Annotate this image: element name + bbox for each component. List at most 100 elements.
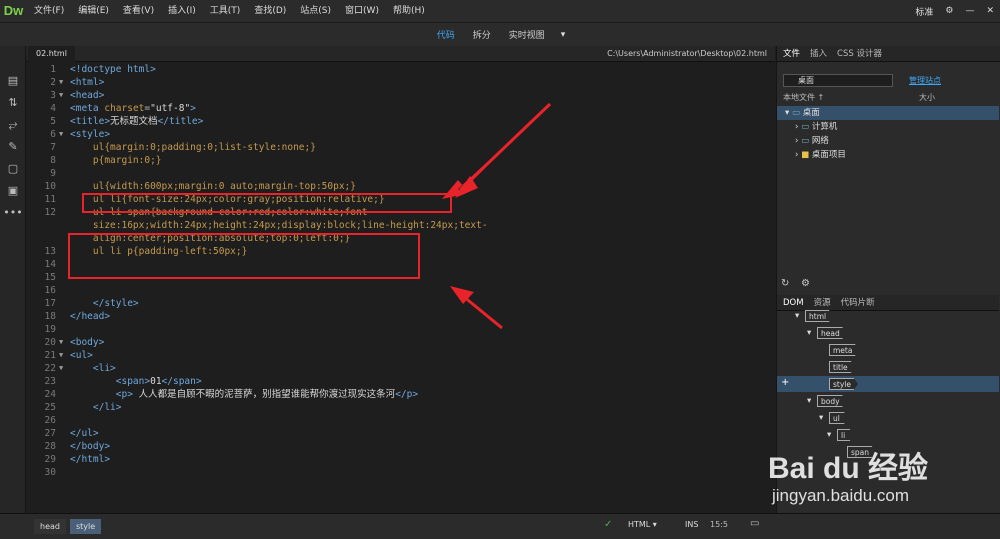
- fold-icon[interactable]: ▼: [59, 362, 63, 375]
- view-live-tab[interactable]: 实时视图: [507, 28, 547, 41]
- add-icon[interactable]: +: [781, 377, 789, 388]
- dom-chevron-icon[interactable]: ▾: [819, 411, 823, 425]
- snippets-tab[interactable]: 代码片断: [841, 295, 875, 310]
- code-line[interactable]: 30: [26, 466, 775, 479]
- file-icon[interactable]: ▤: [0, 70, 26, 92]
- manage-sites-link[interactable]: 管理站点: [909, 75, 941, 86]
- language-select[interactable]: HTML ▾: [628, 520, 657, 529]
- workspace-switcher[interactable]: 标准: [909, 5, 939, 18]
- dom-node-ul[interactable]: ul: [829, 412, 847, 424]
- dom-selected-row[interactable]: [777, 376, 999, 392]
- more-icon[interactable]: •••: [0, 202, 26, 224]
- tree-root[interactable]: ▾ ▭ 桌面: [777, 106, 999, 120]
- fold-icon[interactable]: ▼: [59, 349, 63, 362]
- menu-item[interactable]: 帮助(H): [386, 0, 432, 22]
- dom-node-head[interactable]: head: [817, 327, 847, 339]
- view-code-tab[interactable]: 代码: [435, 28, 457, 41]
- dom-node-html[interactable]: html: [805, 310, 834, 322]
- snippet-icon[interactable]: ▣: [0, 180, 26, 202]
- code-line[interactable]: 20 ▼ <body>: [26, 336, 775, 349]
- refresh-icon[interactable]: ↻: [781, 278, 789, 289]
- menu-item[interactable]: 插入(I): [161, 0, 203, 22]
- crumb-style[interactable]: style: [70, 519, 102, 534]
- code-line[interactable]: 18 </head>: [26, 310, 775, 323]
- code-line[interactable]: 10 ul{width:600px;margin:0 auto;margin-t…: [26, 180, 775, 193]
- dom-node-li[interactable]: li: [837, 429, 853, 441]
- chevron-down-icon[interactable]: ▾: [561, 30, 566, 40]
- computer-icon: ▭: [801, 122, 810, 132]
- menu-item[interactable]: 站点(S): [293, 0, 338, 22]
- crumb-head[interactable]: head: [34, 519, 66, 534]
- code-text: </head>: [70, 311, 111, 322]
- line-number: 15: [44, 272, 56, 283]
- code-line[interactable]: 9: [26, 167, 775, 180]
- insert-tab[interactable]: 插入: [810, 46, 827, 61]
- code-line[interactable]: 1 <!doctype html>: [26, 63, 775, 76]
- menu-item[interactable]: 工具(T): [203, 0, 248, 22]
- menu-item[interactable]: 查看(V): [116, 0, 161, 22]
- fold-icon[interactable]: ▼: [59, 89, 63, 102]
- network-icon: ▭: [801, 136, 810, 146]
- code-line[interactable]: 4 <meta charset="utf-8">: [26, 102, 775, 115]
- tree-item-network[interactable]: › ▭ 网络: [795, 134, 829, 148]
- dom-node-meta[interactable]: meta: [829, 344, 860, 356]
- dom-chevron-icon[interactable]: ▾: [807, 394, 811, 408]
- code-line[interactable]: 5 <title>无标题文档</title>: [26, 115, 775, 128]
- code-line[interactable]: 21 ▼ <ul>: [26, 349, 775, 362]
- menu-item[interactable]: 文件(F): [27, 0, 71, 22]
- tree-item-desktop-items[interactable]: › ■ 桌面项目: [795, 148, 846, 162]
- code-line[interactable]: 2 ▼ <html>: [26, 76, 775, 89]
- line-number: 27: [44, 428, 56, 439]
- fold-icon[interactable]: ▼: [59, 76, 63, 89]
- code-line[interactable]: 23 <span>01</span>: [26, 375, 775, 388]
- dom-tab[interactable]: DOM: [783, 295, 804, 310]
- view-split-tab[interactable]: 拆分: [471, 28, 493, 41]
- code-line[interactable]: 6 ▼ <style>: [26, 128, 775, 141]
- comment-icon[interactable]: ▢: [0, 158, 26, 180]
- dom-node-style[interactable]: style: [829, 378, 858, 390]
- document-tab[interactable]: 02.html: [28, 46, 75, 62]
- code-line[interactable]: 7 ul{margin:0;padding:0;list-style:none;…: [26, 141, 775, 154]
- css-designer-tab[interactable]: CSS 设计器: [837, 46, 882, 61]
- brush-icon[interactable]: ✎: [0, 136, 26, 158]
- fold-icon[interactable]: ▼: [59, 336, 63, 349]
- code-text: ul{margin:0;padding:0;list-style:none;}: [92, 142, 316, 153]
- code-line[interactable]: 17 </style>: [26, 297, 775, 310]
- wrap-icon[interactable]: ⥂: [0, 114, 26, 136]
- dom-chevron-icon[interactable]: ▾: [827, 428, 831, 442]
- close-button[interactable]: ✕: [980, 6, 1000, 16]
- code-line[interactable]: 19: [26, 323, 775, 336]
- dom-node-span[interactable]: span: [847, 446, 877, 458]
- fold-icon[interactable]: ▼: [59, 128, 63, 141]
- code-line[interactable]: 24 <p> 人人都是自顾不暇的泥菩萨，别指望谁能帮你渡过现实这条河</p>: [26, 388, 775, 401]
- code-line[interactable]: 8 p{margin:0;}: [26, 154, 775, 167]
- code-line[interactable]: 25 </li>: [26, 401, 775, 414]
- connect-icon[interactable]: ⚙: [801, 278, 810, 289]
- menu-item[interactable]: 窗口(W): [338, 0, 386, 22]
- window-size-icon[interactable]: ▭: [750, 518, 759, 529]
- code-line[interactable]: 27 </ul>: [26, 427, 775, 440]
- right-panel: 文件 插入 CSS 设计器 桌面 管理站点 本地文件 ↑ 大小 ▾ ▭ 桌面 ›…: [776, 46, 1000, 513]
- dom-node-title[interactable]: title: [829, 361, 855, 373]
- settings-icon[interactable]: ⚙: [939, 6, 959, 16]
- line-number: 10: [44, 181, 56, 192]
- assets-tab[interactable]: 资源: [814, 295, 831, 310]
- menu-item[interactable]: 编辑(E): [71, 0, 116, 22]
- code-line[interactable]: 16: [26, 284, 775, 297]
- code-line[interactable]: 22 ▼ <li>: [26, 362, 775, 375]
- sort-icon[interactable]: ⇅: [0, 92, 26, 114]
- code-line[interactable]: 29 </html>: [26, 453, 775, 466]
- code-line[interactable]: 26: [26, 414, 775, 427]
- dom-chevron-icon[interactable]: ▾: [795, 309, 799, 323]
- minimize-button[interactable]: —: [959, 6, 980, 16]
- code-editor[interactable]: 1 <!doctype html> 2 ▼ <html> 3 ▼ <head> 4 <meta c…: [26, 62, 775, 513]
- code-line[interactable]: size:16px;width:24px;height:24px;display…: [26, 219, 775, 232]
- site-select[interactable]: 桌面: [783, 74, 893, 87]
- code-line[interactable]: 28 </body>: [26, 440, 775, 453]
- tree-item-computer[interactable]: › ▭ 计算机: [795, 120, 837, 134]
- dom-node-body[interactable]: body: [817, 395, 847, 407]
- dom-chevron-icon[interactable]: ▾: [807, 326, 811, 340]
- menu-item[interactable]: 查找(D): [247, 0, 293, 22]
- files-tab[interactable]: 文件: [783, 46, 800, 61]
- code-line[interactable]: 3 ▼ <head>: [26, 89, 775, 102]
